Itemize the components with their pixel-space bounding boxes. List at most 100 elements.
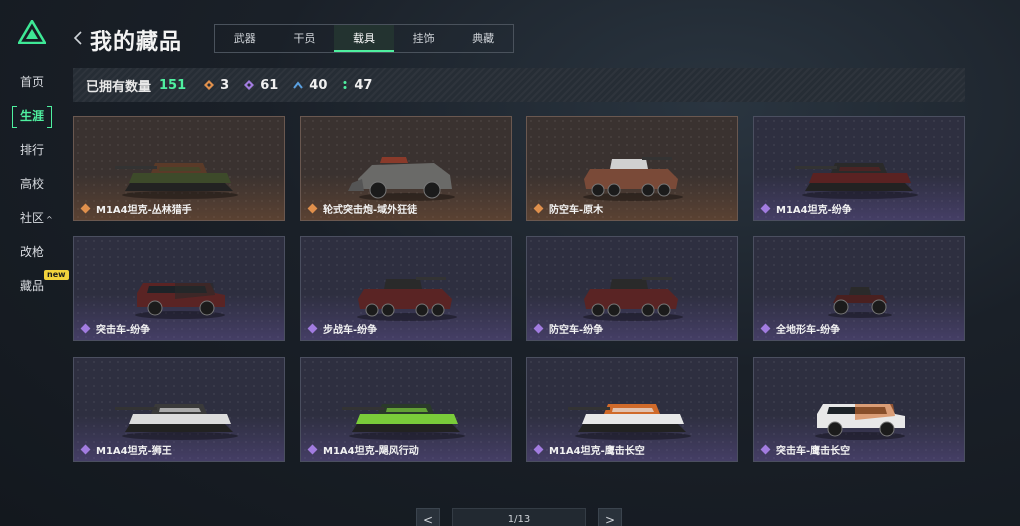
purple-rarity-icon: [760, 323, 771, 334]
jeep-vehicle-icon: [135, 283, 225, 319]
purple-rarity-icon: [307, 323, 318, 334]
tank-vehicle-icon: [568, 404, 691, 440]
page-title: 我的藏品: [90, 30, 183, 55]
atv-vehicle-icon: [828, 287, 892, 318]
purple-rarity-icon: [760, 203, 771, 214]
collection-card[interactable]: 步战车-纷争: [300, 236, 512, 341]
apc-vehicle-icon: [583, 277, 683, 321]
card-label: M1A4坦克-飓风行动: [307, 442, 419, 457]
sidebar-item-home[interactable]: 首页: [10, 70, 60, 94]
sidebar-item-university[interactable]: 高校: [10, 172, 60, 196]
card-label: M1A4坦克-丛林猎手: [80, 201, 192, 216]
card-label: M1A4坦克-鹰击长空: [533, 442, 645, 457]
item-name: M1A4坦克-飓风行动: [323, 446, 419, 457]
new-badge: new: [44, 270, 69, 280]
collection-card[interactable]: M1A4坦克-丛林猎手: [73, 116, 285, 221]
tank-vehicle-icon: [115, 163, 238, 199]
armored-car-vehicle-icon: [348, 157, 455, 201]
sidebar-nav: 首页 生涯 排行 高校 社区 ^ 改枪 藏品 new: [10, 70, 69, 308]
collection-card[interactable]: M1A4坦克-飓风行动: [300, 357, 512, 462]
orange-rarity-icon: [533, 203, 544, 214]
item-name: M1A4坦克-纷争: [776, 205, 852, 216]
tab-charms[interactable]: 挂饰: [394, 25, 454, 52]
collection-card[interactable]: 突击车-纷争: [73, 236, 285, 341]
purple-rarity-icon: [80, 444, 91, 455]
app-logo-icon: [18, 20, 46, 44]
sidebar-item-community[interactable]: 社区 ^: [10, 206, 60, 230]
pagination: < 1/13 >: [416, 508, 622, 526]
collection-card[interactable]: 突击车-鹰击长空: [753, 357, 965, 462]
item-name: 防空车-原木: [549, 205, 604, 216]
sidebar-item-label: 改枪: [20, 245, 45, 259]
tab-operators[interactable]: 干员: [275, 25, 335, 52]
orange-rarity-icon: [80, 203, 91, 214]
item-name: 突击车-纷争: [96, 325, 151, 336]
stat-orange: 3: [204, 78, 229, 93]
sidebar-item-label: 社区: [20, 211, 45, 225]
owned-count-total: 151: [159, 77, 187, 93]
collection-card[interactable]: M1A4坦克-狮王: [73, 357, 285, 462]
card-label: 突击车-纷争: [80, 321, 150, 336]
purple-diamond-icon: [244, 80, 255, 90]
card-label: M1A4坦克-狮王: [80, 442, 172, 457]
sidebar-item-label: 排行: [20, 143, 45, 157]
tab-vehicles[interactable]: 载具: [334, 25, 394, 52]
owned-stats-bar: 已拥有数量 151 3 61 40 47: [73, 68, 965, 102]
collection-card[interactable]: 防空车-原木: [526, 116, 738, 221]
card-label: 步战车-纷争: [307, 321, 377, 336]
collection-card[interactable]: M1A4坦克-鹰击长空: [526, 357, 738, 462]
item-name: 全地形车-纷争: [776, 325, 841, 336]
purple-rarity-icon: [760, 444, 771, 455]
collection-card[interactable]: 轮式突击炮-域外狂徒: [300, 116, 512, 221]
blue-chevron-icon: [293, 81, 304, 89]
tab-collectibles[interactable]: 典藏: [453, 25, 513, 52]
jeep-vehicle-icon: [815, 404, 905, 440]
tab-weapons[interactable]: 武器: [215, 25, 275, 52]
page-indicator: 1/13: [452, 508, 586, 526]
prev-page-button[interactable]: <: [416, 508, 440, 526]
tank-vehicle-icon: [342, 404, 465, 440]
stat-value: 3: [220, 77, 230, 93]
sidebar-item-career[interactable]: 生涯: [10, 104, 60, 128]
sidebar-item-ranking[interactable]: 排行: [10, 138, 60, 162]
sidebar-item-label: 首页: [20, 75, 45, 89]
stat-value: 40: [309, 77, 328, 93]
green-dots-icon: [343, 81, 347, 89]
item-name: M1A4坦克-狮王: [96, 446, 172, 457]
card-label: 防空车-原木: [533, 201, 603, 216]
collection-card[interactable]: 防空车-纷争: [526, 236, 738, 341]
sidebar-item-gun-mod[interactable]: 改枪: [10, 240, 60, 264]
stat-blue: 40: [293, 78, 327, 93]
item-name: M1A4坦克-鹰击长空: [549, 446, 645, 457]
next-page-button[interactable]: >: [598, 508, 622, 526]
card-label: 突击车-鹰击长空: [760, 442, 850, 457]
card-label: 全地形车-纷争: [760, 321, 840, 336]
sidebar-item-collection[interactable]: 藏品 new: [10, 270, 69, 298]
stat-value: 61: [260, 77, 279, 93]
item-name: 防空车-纷争: [549, 325, 604, 336]
orange-rarity-icon: [307, 203, 318, 214]
card-label: 防空车-纷争: [533, 321, 603, 336]
apc-vehicle-icon: [357, 277, 457, 321]
category-tabs: 武器 干员 载具 挂饰 典藏: [214, 24, 514, 53]
purple-rarity-icon: [80, 323, 91, 334]
item-name: 突击车-鹰击长空: [776, 446, 851, 457]
card-label: M1A4坦克-纷争: [760, 201, 852, 216]
owned-count-label: 已拥有数量: [86, 79, 152, 95]
orange-diamond-icon: [204, 80, 215, 90]
stat-value: 47: [354, 77, 373, 93]
sidebar-item-label: 高校: [20, 177, 45, 191]
stat-purple: 61: [244, 78, 278, 93]
tank-vehicle-icon: [115, 404, 238, 440]
stat-green: 47: [342, 78, 372, 93]
collection-card[interactable]: M1A4坦克-纷争: [753, 116, 965, 221]
sidebar-item-label: 藏品: [20, 279, 45, 293]
chevron-up-icon: ^: [46, 215, 53, 224]
collection-card[interactable]: 全地形车-纷争: [753, 236, 965, 341]
card-label: 轮式突击炮-域外狂徒: [307, 201, 417, 216]
apc-vehicle-icon: [583, 157, 683, 201]
back-chevron-icon[interactable]: [72, 30, 84, 46]
tank-vehicle-icon: [795, 163, 918, 199]
purple-rarity-icon: [533, 323, 544, 334]
purple-rarity-icon: [307, 444, 318, 455]
